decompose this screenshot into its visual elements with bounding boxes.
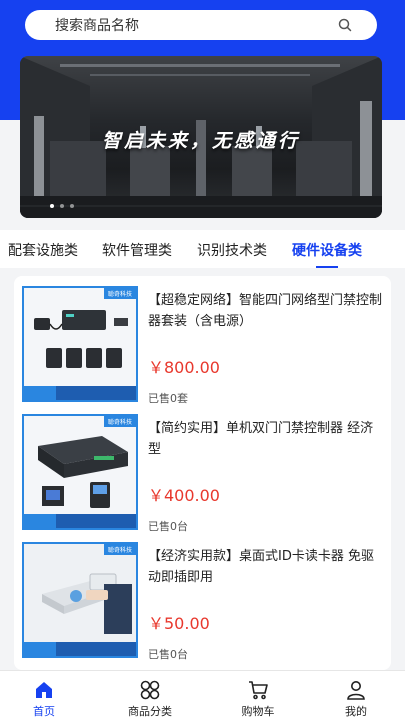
brand-badge: 聪奇科技 [103,416,136,427]
product-list: 聪奇科技 【超稳定网络】智能四门网络型门禁控制器套装（含电源） ￥800.00 … [14,276,391,670]
carousel-indicator [50,204,74,208]
door-controller-image [24,416,136,514]
product-card[interactable]: 聪奇科技 【超稳定网络】智能四门网络型门禁控制器套装（含电源） ￥800.00 … [20,280,388,405]
category-icon [139,679,161,701]
nav-mine[interactable]: 我的 [306,671,405,720]
tab-label: 硬件设备类 [292,243,362,259]
product-image[interactable]: 聪奇科技 [22,286,138,402]
active-tab-indicator [292,266,362,268]
banner-title: 智启未来，无感通行 [101,130,300,152]
search-input[interactable]: 搜索商品名称 [55,15,139,35]
user-icon [345,679,367,701]
nav-label: 购物车 [241,705,275,718]
sold-count: 已售0台 [148,520,188,533]
brand-badge: 聪奇科技 [103,288,136,299]
nav-home[interactable]: 首页 [0,671,94,720]
nav-label: 商品分类 [128,705,172,718]
tab-supporting-facilities[interactable]: 配套设施类 [8,240,78,260]
tab-hardware-equipment[interactable]: 硬件设备类 [292,240,362,268]
product-price: ￥800.00 [148,358,220,377]
image-footer-strip [24,642,136,656]
bottom-tab-bar: 首页 商品分类 购物车 我的 [0,670,405,720]
nav-label: 首页 [33,705,55,718]
card-reader-image [24,544,136,642]
product-title[interactable]: 【简约实用】单机双门门禁控制器 经济型 [148,418,382,460]
carousel-dot[interactable] [50,204,54,208]
product-image[interactable]: 聪奇科技 [22,542,138,658]
controller-kit-image [24,288,136,386]
sold-count: 已售0套 [148,392,188,405]
search-icon[interactable] [337,17,353,33]
nav-category[interactable]: 商品分类 [100,671,200,720]
promo-banner[interactable]: 智启未来，无感通行 [20,56,382,218]
brand-badge: 聪奇科技 [103,544,136,555]
product-title[interactable]: 【经济实用款】桌面式ID卡读卡器 免驱动即插即用 [148,546,382,588]
search-bar[interactable]: 搜索商品名称 [25,10,377,40]
nav-label: 我的 [345,705,367,718]
carousel-dot[interactable] [60,204,64,208]
product-title[interactable]: 【超稳定网络】智能四门网络型门禁控制器套装（含电源） [148,290,382,332]
product-price: ￥400.00 [148,486,220,505]
product-price: ￥50.00 [148,614,210,633]
tab-recognition-technology[interactable]: 识别技术类 [197,240,267,260]
carousel-dot[interactable] [70,204,74,208]
image-footer-strip [24,386,136,400]
image-footer-strip [24,514,136,528]
sold-count: 已售0台 [148,648,188,661]
category-tabs: 配套设施类 软件管理类 识别技术类 硬件设备类 [0,230,405,268]
home-icon [33,679,55,701]
product-card[interactable]: 聪奇科技 【简约实用】单机双门门禁控制器 经济型 ￥400.00 已售0台 [20,408,388,533]
product-image[interactable]: 聪奇科技 [22,414,138,530]
tab-software-management[interactable]: 软件管理类 [102,240,172,260]
cart-icon [247,679,269,701]
nav-cart[interactable]: 购物车 [208,671,308,720]
product-card[interactable]: 聪奇科技 【经济实用款】桌面式ID卡读卡器 免驱动即插即用 ￥50.00 已售0… [20,536,388,661]
